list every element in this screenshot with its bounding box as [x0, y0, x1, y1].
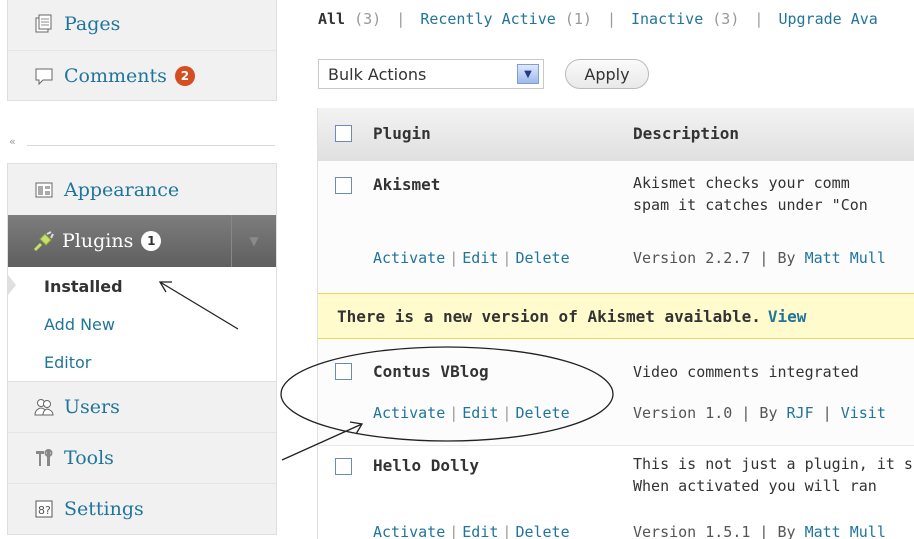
column-header-description: Description — [633, 124, 739, 143]
desc-line: When activated you will ran — [633, 477, 877, 495]
tools-icon — [34, 448, 54, 468]
version-text: Version 1.0 | By — [633, 404, 787, 422]
submenu-installed[interactable]: Installed — [8, 267, 276, 305]
row-actions: Activate | Edit | Delete — [373, 249, 570, 267]
select-all-checkbox[interactable] — [335, 125, 352, 142]
update-notice: There is a new version of Akismet availa… — [318, 293, 914, 339]
version-separator: | — [813, 404, 841, 422]
table-row — [318, 339, 914, 445]
table-header: Plugin Description — [318, 108, 914, 161]
delete-link[interactable]: Delete — [515, 249, 569, 267]
edit-link[interactable]: Edit — [462, 249, 498, 267]
filter-separator: | — [606, 10, 616, 28]
activate-link[interactable]: Activate — [373, 249, 445, 267]
plugin-version: Version 1.0 | By RJF | Visit — [633, 404, 886, 422]
sidebar-top-group: Pages Comments 2 — [7, 0, 277, 101]
appearance-icon — [34, 180, 54, 200]
desc-line: Akismet checks your comm — [633, 174, 850, 192]
update-notice-text: There is a new version of Akismet availa… — [337, 306, 761, 326]
sidebar-item-label: Settings — [64, 498, 144, 520]
sidebar-appearance-group: Appearance Plugins 1 ▼ Installed Add New… — [7, 163, 277, 535]
plugin-name: Hello Dolly — [373, 456, 479, 475]
filter-separator: | — [754, 10, 764, 28]
plugin-description: This is not just a plugin, it s When act… — [633, 453, 913, 497]
chevron-down-icon[interactable]: ▼ — [517, 64, 539, 84]
filter-all-count: (3) — [354, 10, 382, 28]
sidebar-item-label: Plugins — [62, 230, 134, 252]
filter-inactive-count: (3) — [712, 10, 740, 28]
filter-all[interactable]: All — [318, 10, 345, 28]
delete-link[interactable]: Delete — [515, 404, 569, 422]
filter-recent-count: (1) — [564, 10, 592, 28]
sidebar-item-label: Appearance — [64, 178, 180, 201]
sidebar-item-label: Tools — [64, 447, 114, 469]
plugins-table: Plugin Description Akismet Akismet check… — [317, 108, 914, 539]
plugin-status-filters: All (3) | Recently Active (1) | Inactive… — [318, 10, 878, 28]
collapse-divider — [27, 145, 275, 146]
plugin-name: Akismet — [373, 175, 441, 194]
menu-collapse[interactable]: « — [7, 135, 277, 157]
row-actions: Activate | Edit | Delete — [373, 404, 570, 422]
desc-line: This is not just a plugin, it s — [633, 455, 913, 473]
author-link[interactable]: RJF — [787, 404, 814, 422]
visit-site-link[interactable]: Visit — [841, 404, 886, 422]
sidebar-item-users[interactable]: Users — [8, 381, 276, 432]
comments-count-badge: 2 — [174, 65, 195, 86]
plugins-submenu: Installed Add New Editor — [8, 267, 276, 381]
edit-link[interactable]: Edit — [462, 404, 498, 422]
sidebar-item-label: Comments — [64, 64, 167, 87]
plugin-description: Video comments integrated — [633, 363, 859, 381]
plugin-version: Version 2.2.7 | By Matt Mull — [633, 249, 886, 267]
row-divider — [318, 445, 914, 446]
plugin-name: Contus VBlog — [373, 362, 489, 381]
bulk-actions-value: Bulk Actions — [328, 64, 427, 84]
row-checkbox[interactable] — [335, 177, 352, 194]
submenu-add-new[interactable]: Add New — [8, 305, 276, 343]
activate-link[interactable]: Activate — [373, 404, 445, 422]
version-text: Version 1.5.1 | By — [633, 523, 805, 539]
users-icon — [34, 397, 54, 417]
author-link[interactable]: Matt Mull — [805, 523, 886, 539]
sidebar-item-pages[interactable]: Pages — [8, 0, 276, 50]
submenu-toggle-icon[interactable]: ▼ — [231, 215, 276, 267]
pages-icon — [34, 14, 54, 34]
sidebar-item-settings[interactable]: 8? Settings — [8, 483, 276, 534]
row-actions: Activate | Edit | Delete — [373, 523, 570, 539]
version-text: Version 2.2.7 | By — [633, 249, 805, 267]
row-checkbox[interactable] — [335, 363, 352, 380]
settings-icon: 8? — [34, 499, 54, 519]
sidebar-item-label: Pages — [64, 12, 121, 35]
sidebar-item-label: Users — [64, 396, 120, 418]
delete-link[interactable]: Delete — [515, 523, 569, 539]
bulk-actions-select[interactable]: Bulk Actions ▼ — [318, 59, 544, 89]
collapse-arrow-icon[interactable]: « — [9, 135, 16, 148]
activate-link[interactable]: Activate — [373, 523, 445, 539]
submenu-editor[interactable]: Editor — [8, 343, 276, 381]
plugin-icon — [32, 231, 54, 252]
svg-text:8?: 8? — [38, 504, 51, 517]
filter-separator: | — [396, 10, 406, 28]
edit-link[interactable]: Edit — [462, 523, 498, 539]
plugin-description: Akismet checks your comm spam it catches… — [633, 172, 868, 216]
sidebar-item-appearance[interactable]: Appearance — [8, 164, 276, 215]
comments-icon — [34, 66, 54, 86]
row-checkbox[interactable] — [335, 458, 352, 475]
plugin-version: Version 1.5.1 | By Matt Mull — [633, 523, 886, 539]
view-details-link[interactable]: View — [768, 307, 807, 326]
author-link[interactable]: Matt Mull — [805, 249, 886, 267]
filter-recently-active[interactable]: Recently Active — [420, 10, 555, 28]
filter-inactive[interactable]: Inactive — [631, 10, 703, 28]
sidebar-item-comments[interactable]: Comments 2 — [8, 50, 276, 100]
sidebar-item-tools[interactable]: Tools — [8, 432, 276, 483]
desc-line: spam it catches under "Con — [633, 196, 868, 214]
column-header-plugin: Plugin — [373, 124, 431, 143]
filter-upgrade-available[interactable]: Upgrade Ava — [778, 10, 877, 28]
plugins-count-badge: 1 — [141, 231, 162, 251]
apply-button[interactable]: Apply — [565, 59, 649, 89]
sidebar-item-plugins[interactable]: Plugins 1 ▼ — [8, 215, 276, 267]
